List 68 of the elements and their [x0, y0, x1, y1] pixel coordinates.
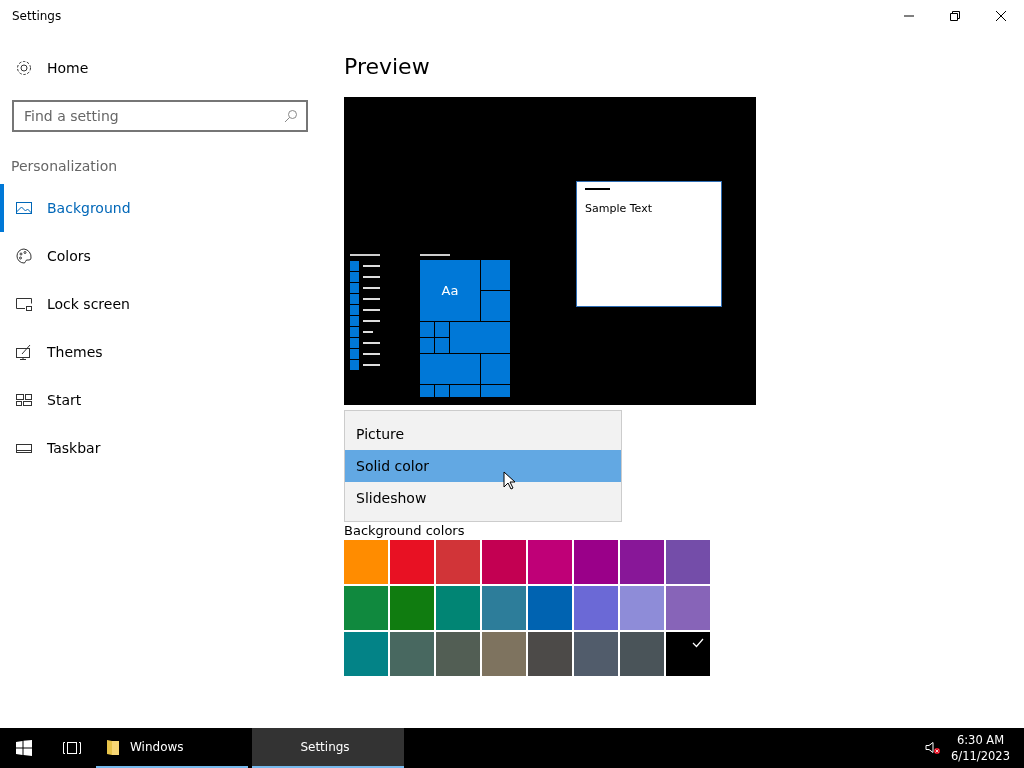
section-label: Background colors — [344, 523, 466, 538]
color-swatch[interactable] — [574, 540, 618, 584]
tile — [435, 385, 449, 397]
sidebar-item[interactable]: Start — [0, 376, 320, 424]
checkmark-icon — [692, 638, 704, 648]
color-swatch[interactable] — [620, 540, 664, 584]
color-swatch[interactable] — [344, 586, 388, 630]
gear-icon — [15, 59, 33, 77]
color-swatch[interactable] — [390, 540, 434, 584]
color-swatch[interactable] — [482, 632, 526, 676]
color-swatch[interactable] — [574, 586, 618, 630]
menu-option[interactable]: Solid color — [345, 450, 621, 482]
restore-icon — [949, 10, 961, 22]
sidebar-item[interactable]: Themes — [0, 328, 320, 376]
color-swatch[interactable] — [482, 586, 526, 630]
search-field[interactable]: Find a setting — [12, 100, 308, 132]
color-swatch[interactable] — [620, 632, 664, 676]
color-swatch[interactable] — [390, 632, 434, 676]
color-swatch[interactable] — [666, 586, 710, 630]
color-swatch[interactable] — [482, 540, 526, 584]
palette-icon — [15, 247, 33, 265]
section-heading: Personalization — [11, 158, 119, 174]
themes-icon — [15, 343, 33, 361]
folder-icon — [106, 738, 120, 756]
clock-button[interactable]: 6:30 AM 6/11/2023 — [951, 732, 1010, 764]
task-view-icon — [62, 741, 82, 755]
windows-logo-icon — [16, 740, 32, 756]
tile — [481, 385, 510, 397]
search-icon — [284, 109, 298, 123]
home-link[interactable]: Home — [0, 50, 320, 86]
color-swatch[interactable] — [436, 540, 480, 584]
color-swatch[interactable] — [666, 540, 710, 584]
header-line — [420, 254, 450, 256]
color-swatch[interactable] — [390, 586, 434, 630]
mouse-cursor-icon — [503, 471, 517, 491]
lock-screen-icon — [15, 295, 33, 313]
tile — [481, 354, 510, 384]
tile — [420, 354, 480, 384]
color-swatch[interactable] — [436, 586, 480, 630]
tile — [435, 338, 449, 353]
color-swatch[interactable] — [620, 586, 664, 630]
menu-option[interactable]: Slideshow — [345, 482, 621, 514]
color-swatch[interactable] — [666, 632, 710, 676]
page-heading: Preview — [344, 54, 431, 79]
color-swatch[interactable] — [436, 632, 480, 676]
taskbar-app[interactable]: Settings — [252, 728, 404, 768]
sidebar-item[interactable]: Colors — [0, 232, 320, 280]
color-swatch[interactable] — [344, 540, 388, 584]
tile — [420, 338, 434, 353]
color-swatch[interactable] — [344, 632, 388, 676]
taskbar-app[interactable]: Windows — [96, 728, 248, 768]
color-swatch[interactable] — [528, 586, 572, 630]
window-title: Settings — [12, 9, 62, 23]
muted-speaker-icon — [925, 741, 942, 755]
close-icon — [995, 10, 1007, 22]
sample-text: Sample Text — [585, 202, 653, 215]
color-swatch[interactable] — [574, 632, 618, 676]
tile — [450, 385, 480, 397]
start-layout-icon — [15, 391, 33, 409]
color-swatch[interactable] — [528, 540, 572, 584]
picture-icon — [15, 199, 33, 217]
sidebar-item[interactable]: Taskbar — [0, 424, 320, 472]
color-swatch[interactable] — [528, 632, 572, 676]
tile — [420, 385, 434, 397]
sidebar-item[interactable]: Lock screen — [0, 280, 320, 328]
sidebar-item[interactable]: Background — [0, 184, 320, 232]
menu-option[interactable]: Picture — [345, 418, 621, 450]
tile-text: Aa — [441, 283, 459, 298]
